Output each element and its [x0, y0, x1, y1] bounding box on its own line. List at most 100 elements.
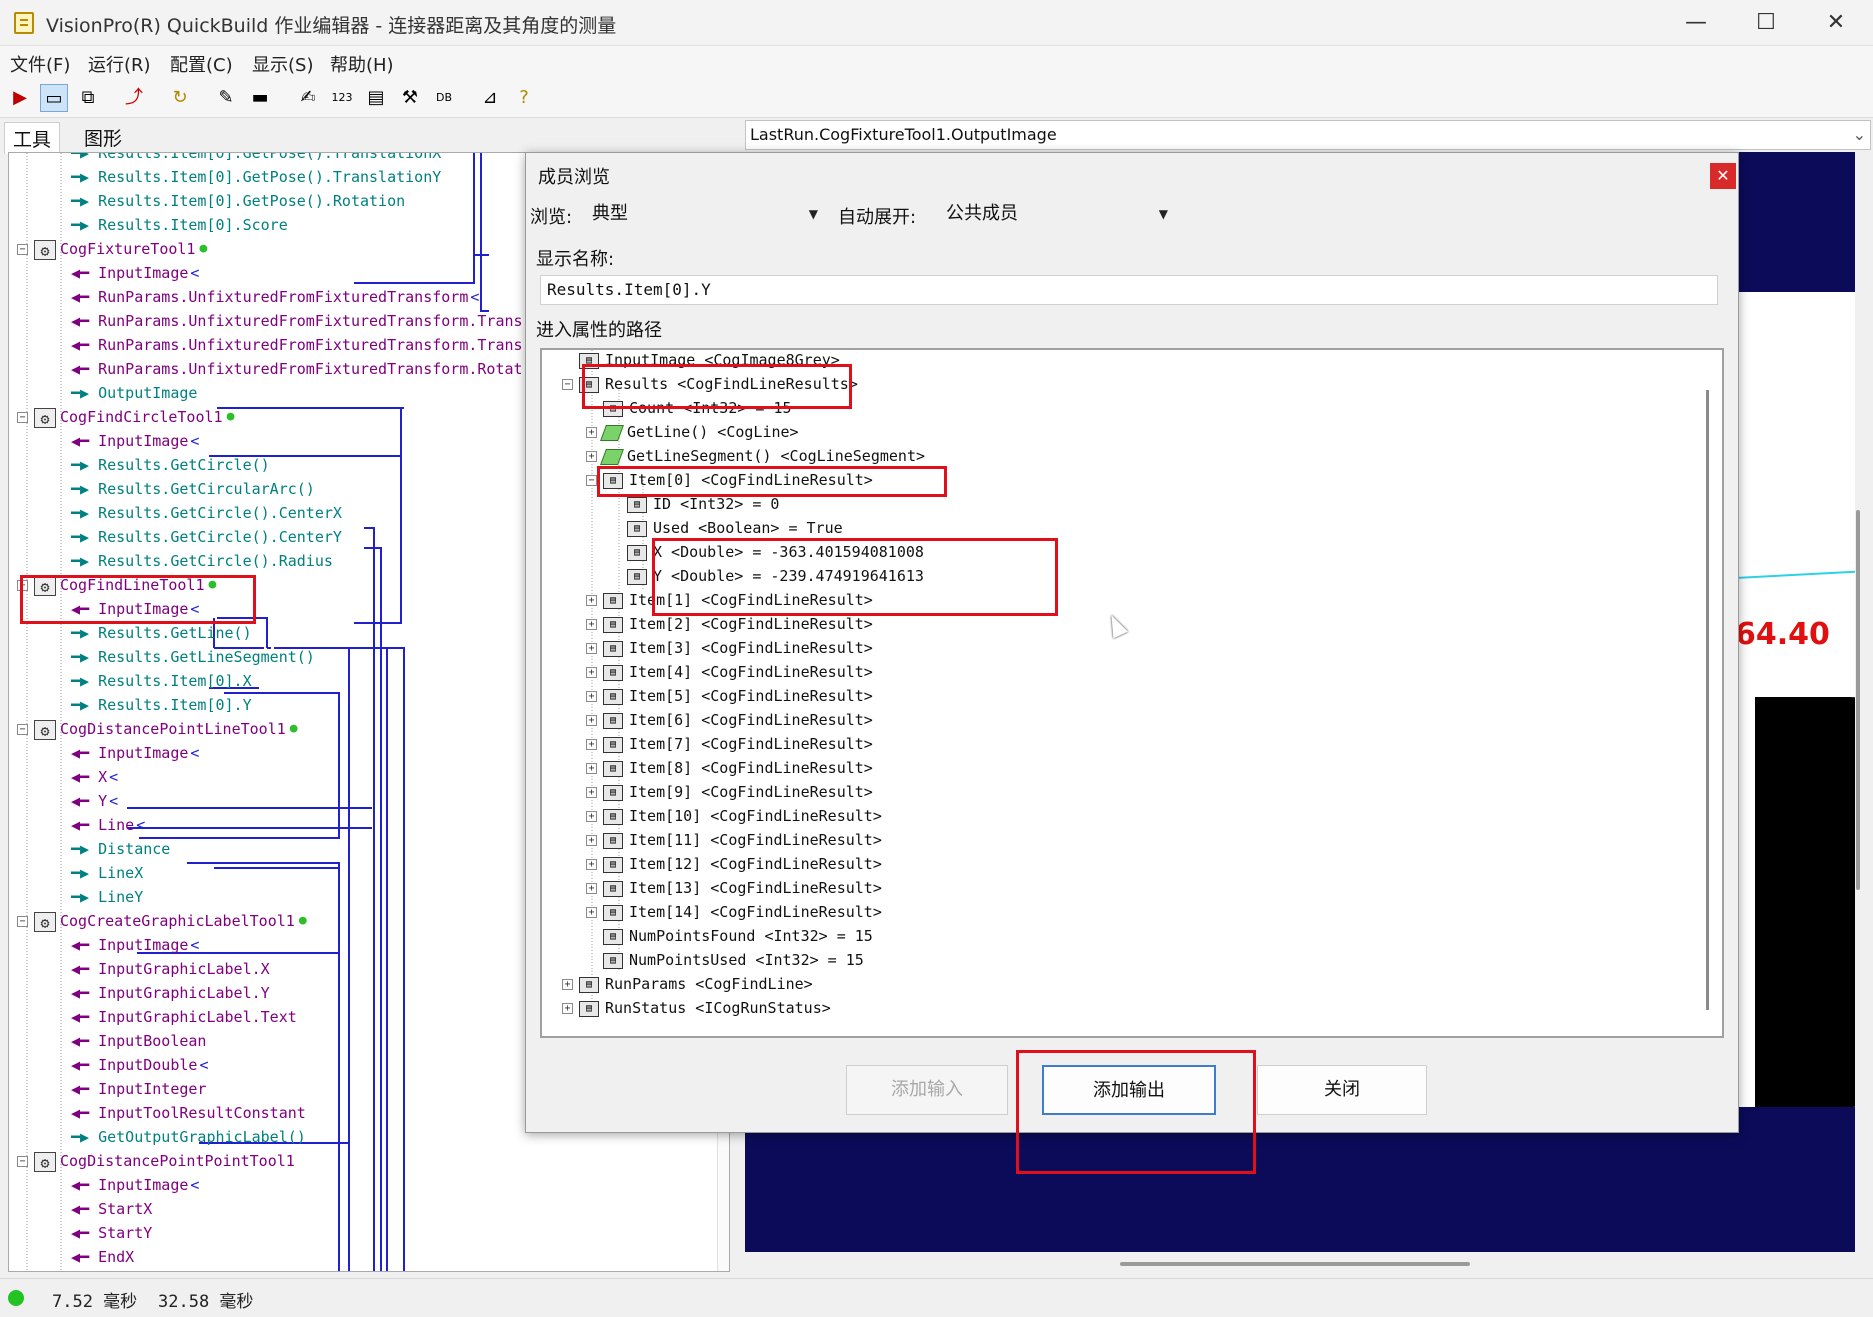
close-button[interactable]: 关闭 — [1257, 1065, 1427, 1115]
help-icon[interactable]: ? — [510, 84, 538, 112]
expand-icon[interactable]: + — [586, 763, 597, 774]
tree-terminal[interactable]: ◀━ InputImage < — [71, 261, 199, 285]
path-tree-item[interactable]: + ▤ Item[3] <CogFindLineResult> — [586, 636, 873, 660]
tree-terminal[interactable]: ━▶ Results.Item[0].GetPose().Rotation — [71, 189, 405, 213]
expand-icon[interactable]: + — [586, 859, 597, 870]
tree-terminal[interactable]: ◀━ InputBoolean — [71, 1029, 206, 1053]
expand-icon[interactable]: + — [586, 907, 597, 918]
collapse-icon[interactable]: − — [562, 379, 573, 390]
expand-icon[interactable]: + — [586, 619, 597, 630]
tree-terminal[interactable]: ◀━ InputImage < — [71, 429, 199, 453]
tree-terminal[interactable]: ◀━ StartX — [71, 1197, 152, 1221]
tree-terminal[interactable]: ━▶ Results.GetLineSegment() — [71, 645, 315, 669]
tree-terminal[interactable]: ◀━ EndX — [71, 1245, 134, 1269]
import-icon[interactable]: ⤴ — [120, 84, 148, 112]
run-icon[interactable]: ▶ — [6, 84, 34, 112]
tree-terminal[interactable]: ◀━ RunParams.UnfixturedFromFixturedTrans… — [71, 333, 523, 357]
db-icon[interactable]: DB — [430, 84, 458, 112]
link-icon[interactable]: ▬ — [246, 84, 274, 112]
tree-terminal[interactable]: ◀━ RunParams.UnfixturedFromFixturedTrans… — [71, 357, 523, 381]
add-output-button[interactable]: 添加输出 — [1042, 1065, 1216, 1115]
tree-terminal[interactable]: ◀━ InputToolResultConstant — [71, 1101, 306, 1125]
tree-terminal[interactable]: ◀━ InputInteger — [71, 1077, 206, 1101]
collapse-icon[interactable]: − — [17, 916, 28, 927]
tree-terminal[interactable]: ━▶ Results.GetCircle() — [71, 453, 270, 477]
collapse-icon[interactable]: − — [586, 475, 597, 486]
tree-terminal[interactable]: ◀━ RunParams.UnfixturedFromFixturedTrans… — [71, 309, 523, 333]
tree-terminal[interactable]: ━▶ Results.Item[0].Y — [71, 693, 252, 717]
collapse-icon[interactable]: − — [17, 1156, 28, 1167]
tree-terminal[interactable]: ━▶ Results.Item[0].X — [71, 669, 252, 693]
path-tree-item[interactable]: + ▤ Item[7] <CogFindLineResult> — [586, 732, 873, 756]
brush-icon[interactable]: ✎ — [212, 84, 240, 112]
tree-terminal[interactable]: ━▶ Results.Item[0].GetPose().Translation… — [71, 165, 441, 189]
counter-icon[interactable]: 123 — [328, 84, 356, 112]
expand-icon[interactable]: + — [586, 667, 597, 678]
path-tree-item[interactable]: +▤InputImage <CogImage8Grey> — [562, 350, 840, 372]
image-vscrollbar[interactable] — [1856, 510, 1860, 890]
expand-icon[interactable]: + — [586, 715, 597, 726]
auto-expand-select[interactable]: 公共成员 ▼ — [938, 199, 1174, 229]
tree-terminal[interactable]: ━▶ Results.GetCircularArc() — [71, 477, 315, 501]
image-hscrollbar[interactable] — [1120, 1262, 1470, 1266]
path-tree-item[interactable]: + ▤ Item[2] <CogFindLineResult> — [586, 612, 873, 636]
tree-terminal[interactable]: ◀━ Y < — [71, 789, 118, 813]
expand-icon[interactable]: + — [586, 643, 597, 654]
display-name-field[interactable]: Results.Item[0].Y — [540, 275, 1718, 305]
expand-icon[interactable]: + — [586, 451, 597, 462]
path-tree-item[interactable]: +▤Used <Boolean> = True — [610, 516, 843, 540]
tree-terminal[interactable]: ◀━ StartY — [71, 1221, 152, 1245]
tree-terminal[interactable]: ━▶ Results.Item[0].Score — [71, 213, 288, 237]
tree-tool-node[interactable]: − ⚙ CogFixtureTool1 ● — [17, 237, 207, 261]
refresh-icon[interactable]: ↻ — [166, 84, 194, 112]
menu-display[interactable]: 显示(S) — [252, 51, 313, 77]
expand-icon[interactable]: + — [562, 979, 573, 990]
dialog-close-button[interactable]: ✕ — [1710, 163, 1736, 189]
image-selector[interactable]: LastRun.CogFixtureTool1.OutputImage ⌄ — [745, 120, 1871, 150]
path-tree-item[interactable]: + ▤ Item[11] <CogFindLineResult> — [586, 828, 882, 852]
expand-icon[interactable]: + — [586, 739, 597, 750]
tree-terminal[interactable]: ━▶ Results.GetCircle().CenterX — [71, 501, 342, 525]
tree-terminal[interactable]: ◀━ InputGraphicLabel.X — [71, 957, 270, 981]
maximize-button[interactable]: ☐ — [1746, 8, 1786, 38]
expand-icon[interactable]: + — [586, 787, 597, 798]
expand-icon[interactable]: + — [586, 883, 597, 894]
path-tree-item[interactable]: +▤X <Double> = -363.401594081008 — [610, 540, 924, 564]
path-tree-item[interactable]: +▤ID <Int32> = 0 — [610, 492, 779, 516]
path-tree-item[interactable]: + ▤ Item[1] <CogFindLineResult> — [586, 588, 873, 612]
expand-icon[interactable]: + — [586, 811, 597, 822]
tree-terminal[interactable]: ━▶ Distance — [71, 837, 170, 861]
tree-terminal[interactable]: ◀━ InputGraphicLabel.Y — [71, 981, 270, 1005]
path-tree-item[interactable]: + ▤ Item[8] <CogFindLineResult> — [586, 756, 873, 780]
tree-tool-node[interactable]: − ⚙ CogDistancePointPointTool1 — [17, 1149, 295, 1173]
tree-terminal[interactable]: ◀━ InputImage < — [71, 741, 199, 765]
menu-file[interactable]: 文件(F) — [10, 51, 70, 77]
minimize-button[interactable]: — — [1676, 8, 1716, 38]
collapse-icon[interactable]: − — [17, 412, 28, 423]
path-tree-item[interactable]: + ▤ Item[10] <CogFindLineResult> — [586, 804, 882, 828]
collapse-icon[interactable]: − — [17, 724, 28, 735]
tools-icon[interactable]: ⚒ — [396, 84, 424, 112]
path-tree-item[interactable]: + ▤ Item[4] <CogFindLineResult> — [586, 660, 873, 684]
add-input-button[interactable]: 添加输入 — [846, 1065, 1008, 1115]
tree-terminal[interactable]: ━▶ OutputImage — [71, 381, 197, 405]
tree-terminal[interactable]: ━▶ Results.GetCircle().CenterY — [71, 525, 342, 549]
path-tree-item[interactable]: + ▤ Item[5] <CogFindLineResult> — [586, 684, 873, 708]
path-tree-item[interactable]: − ▤ Results <CogFindLineResults> — [562, 372, 858, 396]
path-tree-item[interactable]: +▤Y <Double> = -239.474919641613 — [610, 564, 924, 588]
tree-terminal[interactable]: ◀━ InputImage < — [71, 597, 199, 621]
tree-terminal[interactable]: ◀━ InputDouble < — [71, 1053, 208, 1077]
tree-terminal[interactable]: ━▶ Results.Item[0].GetPose().Translation… — [71, 153, 441, 165]
path-tree-item[interactable]: +▤NumPointsUsed <Int32> = 15 — [586, 948, 864, 972]
menu-config[interactable]: 配置(C) — [170, 51, 233, 77]
expand-icon[interactable]: + — [586, 427, 597, 438]
edit-icon[interactable]: ✍ — [294, 84, 322, 112]
path-tree-item[interactable]: + ▤ Item[14] <CogFindLineResult> — [586, 900, 882, 924]
tree-terminal[interactable]: ━▶ GetOutputGraphicLabel() — [71, 1125, 306, 1149]
tree-terminal[interactable]: ━▶ Results.GetLine() — [71, 621, 252, 645]
tree-tool-node[interactable]: − ⚙ CogCreateGraphicLabelTool1 ● — [17, 909, 307, 933]
tree-tool-node[interactable]: − ⚙ CogFindCircleTool1 ● — [17, 405, 234, 429]
terminal-icon[interactable]: ▤ — [362, 84, 390, 112]
collapse-icon[interactable]: − — [17, 244, 28, 255]
collapse-icon[interactable]: − — [17, 580, 28, 591]
